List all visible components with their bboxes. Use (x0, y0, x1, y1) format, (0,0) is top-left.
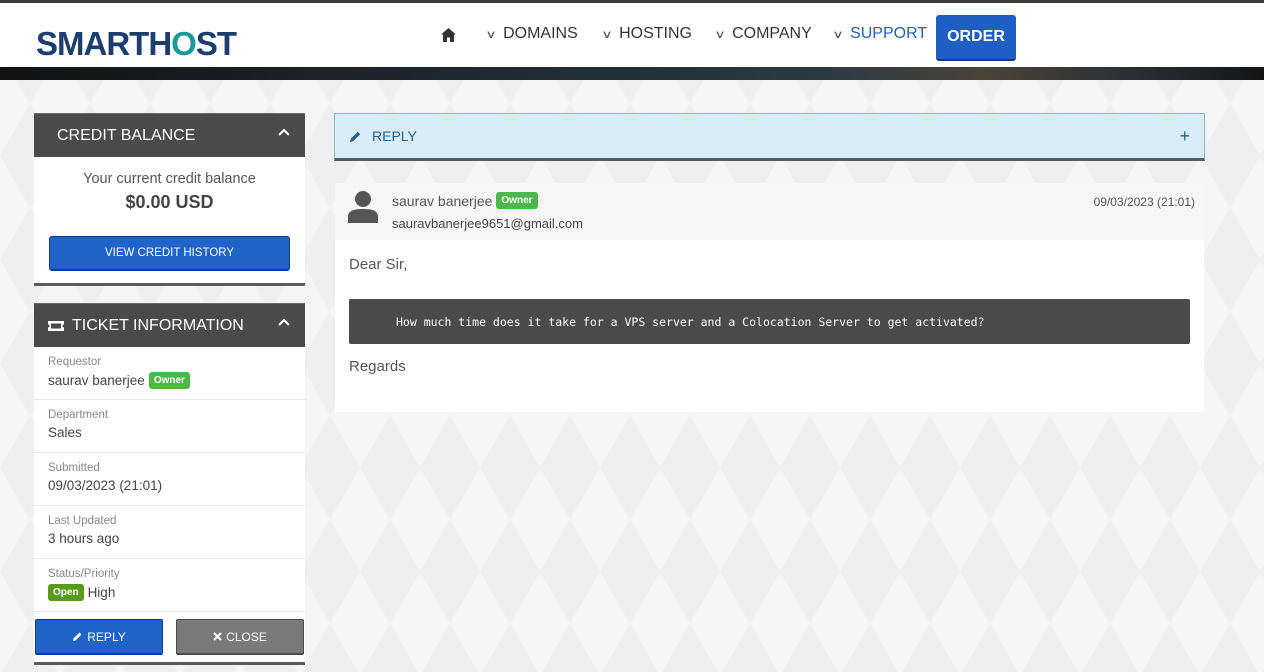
reply-toggle-bar[interactable]: REPLY + (334, 113, 1205, 161)
info-row-last-updated: Last Updated 3 hours ago (34, 506, 305, 559)
nav-company-label: COMPANY (732, 25, 812, 42)
info-row-submitted: Submitted 09/03/2023 (21:01) (34, 453, 305, 506)
nav-hosting[interactable]: ∨ HOSTING (601, 25, 692, 43)
info-row-status-priority: Status/Priority Open High (34, 559, 305, 612)
message-greeting: Dear Sir, (349, 256, 408, 273)
info-label: Last Updated (48, 515, 117, 527)
credit-balance-title: CREDIT BALANCE (57, 126, 196, 144)
nav-domains[interactable]: ∨ DOMAINS (485, 25, 578, 43)
order-button[interactable]: ORDER (936, 15, 1016, 61)
ticket-information-header[interactable]: TICKET INFORMATION (34, 303, 305, 347)
chevron-down-icon: ∨ (714, 28, 726, 41)
pencil-icon (350, 131, 361, 142)
requestor-name: saurav banerjee (48, 373, 145, 388)
reply-button-label: REPLY (87, 629, 126, 644)
message-header: saurav banerjee Owner sauravbanerjee9651… (335, 183, 1204, 240)
info-label: Submitted (48, 462, 100, 474)
ticket-information-panel: TICKET INFORMATION Requestor saurav bane… (34, 303, 305, 665)
chevron-down-icon: ∨ (485, 28, 497, 41)
main-nav: ∨ DOMAINS ∨ HOSTING ∨ COMPANY ∨ SUPPORT … (0, 3, 1264, 67)
nav-support-label: SUPPORT (850, 25, 928, 42)
reply-bar-label: REPLY (372, 128, 417, 144)
message-date: 09/03/2023 (21:01) (1093, 195, 1195, 209)
close-icon (213, 632, 222, 641)
close-button-label: CLOSE (226, 629, 267, 644)
chevron-down-icon: ∨ (832, 28, 844, 41)
owner-badge: Owner (496, 192, 538, 209)
info-value: 3 hours ago (48, 531, 120, 546)
chevron-up-icon[interactable] (278, 317, 290, 327)
message-code-block: How much time does it take for a VPS ser… (349, 299, 1190, 344)
nav-company[interactable]: ∨ COMPANY (714, 25, 812, 43)
priority-value: High (87, 585, 116, 600)
nav-hosting-label: HOSTING (619, 25, 692, 42)
view-credit-history-button[interactable]: VIEW CREDIT HISTORY (49, 236, 290, 271)
info-label: Requestor (48, 356, 102, 368)
pencil-icon (73, 632, 82, 641)
message-closing: Regards (349, 358, 406, 375)
info-label: Department (48, 409, 109, 421)
author-email: sauravbanerjee9651@gmail.com (392, 216, 583, 231)
chevron-up-icon[interactable] (278, 127, 290, 137)
status-badge: Open (48, 584, 84, 601)
author-name: saurav banerjee (392, 192, 493, 209)
close-ticket-button[interactable]: CLOSE (176, 619, 304, 655)
owner-badge: Owner (148, 372, 190, 389)
home-icon[interactable] (440, 27, 457, 43)
credit-balance-body: Your current credit balance $0.00 USD VI… (34, 157, 305, 283)
info-value: Sales (48, 425, 82, 440)
reply-button[interactable]: REPLY (35, 619, 163, 655)
site-header: SMARTHOST ∨ DOMAINS ∨ HOSTING ∨ COMPANY … (0, 0, 1264, 67)
chevron-down-icon: ∨ (601, 28, 613, 41)
credit-balance-text: Your current credit balance (83, 171, 256, 187)
ticket-actions: REPLY CLOSE (34, 612, 305, 662)
info-value: saurav banerjee Owner (48, 372, 291, 389)
ticket-information-title: TICKET INFORMATION (72, 316, 244, 334)
credit-balance-amount: $0.00 USD (125, 192, 214, 212)
credit-balance-panel: CREDIT BALANCE Your current credit balan… (34, 113, 305, 286)
info-value: Open High (48, 584, 291, 601)
nav-domains-label: DOMAINS (503, 25, 578, 42)
message-author: saurav banerjee Owner (392, 192, 538, 209)
info-value: 09/03/2023 (21:01) (48, 478, 163, 493)
user-avatar-icon (348, 191, 378, 223)
nav-support[interactable]: ∨ SUPPORT (832, 25, 928, 43)
ticket-message: saurav banerjee Owner sauravbanerjee9651… (335, 183, 1204, 412)
header-banner (0, 67, 1264, 80)
info-row-department: Department Sales (34, 400, 305, 453)
plus-icon[interactable]: + (1179, 126, 1190, 147)
ticket-icon (48, 320, 64, 331)
info-label: Status/Priority (48, 568, 120, 580)
credit-balance-header[interactable]: CREDIT BALANCE (34, 113, 305, 157)
info-row-requestor: Requestor saurav banerjee Owner (34, 347, 305, 400)
